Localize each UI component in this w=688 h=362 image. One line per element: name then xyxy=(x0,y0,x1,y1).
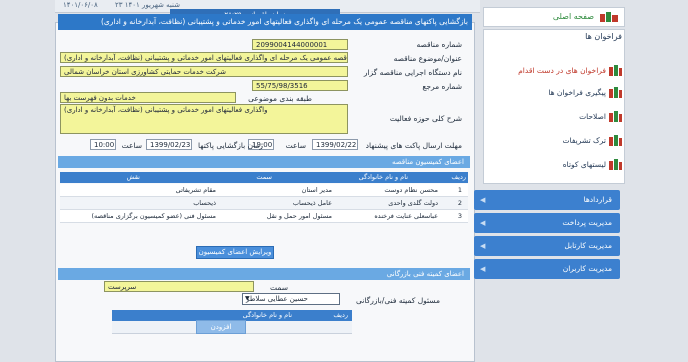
technical-person-select[interactable]: حسین عطایی سلاطر ▼ xyxy=(242,293,340,305)
committee-table-header: ردیف نام و نام خانوادگی سمت نقش xyxy=(60,172,468,183)
document-icon xyxy=(609,65,622,76)
sidebar-item-corrections[interactable]: اصلاحات xyxy=(484,108,624,126)
page-title: بازگشایی پاکتهای مناقصه عمومی یک مرحله ا… xyxy=(58,14,472,30)
menu-contracts[interactable]: ◀ قراردادها xyxy=(474,190,620,210)
opening-time-field[interactable]: 10:00 xyxy=(90,139,116,150)
col-role: نقش xyxy=(126,173,140,181)
sidebar-item-in-progress[interactable]: فراخوان های در دست اقدام xyxy=(484,62,624,80)
committee-table: ردیف نام و نام خانوادگی سمت نقش 1 محسن ن… xyxy=(60,172,468,236)
col-name: نام و نام خانوادگی xyxy=(358,173,408,181)
table-row[interactable]: 3 عباسعلی عنایت فرخنده مسئول امور حمل و … xyxy=(60,210,468,223)
executor-label: نام دستگاه اجرایی مناقصه گزار xyxy=(363,68,462,77)
home-icon xyxy=(600,11,620,25)
chevron-left-icon: ◀ xyxy=(480,242,486,250)
edit-committee-button[interactable]: ویرایش اعضای کمیسیون xyxy=(196,246,274,259)
tech-col-row: ردیف xyxy=(333,311,348,319)
position-field[interactable]: سرپرست xyxy=(104,281,254,292)
deadline-date-field[interactable]: 1399/02/22 xyxy=(312,139,358,150)
chevron-down-icon: ▼ xyxy=(245,295,250,302)
day-text: ۲۳ شنبه شهریور ۱۴۰۱ xyxy=(115,1,180,9)
chevron-left-icon: ◀ xyxy=(480,196,486,204)
deadline-label: مهلت ارسال پاکت های پیشنهاد xyxy=(365,141,462,150)
sidebar-item-follow-up[interactable]: پیگیری فراخوان ها xyxy=(484,84,624,102)
sidebar-item-short-lists[interactable]: لیستهای کوتاه xyxy=(484,156,624,174)
position-label: سمت xyxy=(270,283,288,292)
menu-payment[interactable]: ◀ مدیریت پرداخت xyxy=(474,213,620,233)
activity-textarea[interactable]: واگذاری فعالیتهای امور خدماتی و پشتیبانی… xyxy=(60,104,348,134)
tech-col-name: نام و نام خانوادگی xyxy=(242,311,292,319)
opening-label: زمان بازگشایی پاکتها xyxy=(198,141,264,150)
subject-field[interactable]: مناقصه عمومی یک مرحله ای واگذاری فعالیته… xyxy=(60,52,348,63)
deadline-time-label: ساعت xyxy=(285,141,306,150)
chevron-left-icon: ◀ xyxy=(480,265,486,273)
document-icon xyxy=(609,159,622,170)
subject-label: عنوان/موضوع مناقصه xyxy=(393,54,462,63)
home-label: صفحه اصلی xyxy=(552,12,594,21)
add-member-button[interactable]: افزودن xyxy=(196,320,246,334)
committee-section-title: اعضای کمیسیون مناقصه xyxy=(58,156,470,168)
home-link[interactable]: صفحه اصلی xyxy=(483,7,625,27)
document-icon xyxy=(609,111,622,122)
col-row: ردیف xyxy=(451,173,466,181)
chevron-left-icon: ◀ xyxy=(480,219,486,227)
reference-label: شماره مرجع xyxy=(422,82,462,91)
table-row[interactable]: 2 دولت گلدی واحدی عامل ذیحساب ذیحساب xyxy=(60,197,468,210)
activity-label: شرح کلی حوزه فعالیت xyxy=(389,114,462,123)
tender-number-label: شماره مناقصه xyxy=(416,40,462,49)
document-icon xyxy=(609,135,622,146)
executor-field[interactable]: شرکت خدمات حمایتی کشاورزی استان خراسان ش… xyxy=(60,66,348,77)
menu-cartable[interactable]: ◀ مدیریت کارتابل xyxy=(474,236,620,256)
menu-users[interactable]: ◀ مدیریت کاربران xyxy=(474,259,620,279)
document-icon xyxy=(609,87,622,98)
sidebar-item-formalities[interactable]: ترک تشریفات xyxy=(484,132,624,150)
tender-number-field[interactable]: 2099004144000001 xyxy=(252,39,348,50)
table-row[interactable]: 1 محسن نظام دوست مدیر استان مقام تشریفات… xyxy=(60,184,468,197)
opening-date-field[interactable]: 1399/02/23 xyxy=(146,139,192,150)
calls-title: فراخوان ها xyxy=(585,32,622,41)
col-post: سمت xyxy=(256,173,272,181)
classification-label: طبقه بندی موضوعی xyxy=(248,94,312,103)
date-text: ۱۴۰۱/۰۶/۰۸ xyxy=(63,1,98,9)
reference-field[interactable]: 55/75/98/3516 xyxy=(252,80,348,91)
classification-field[interactable]: خدمات بدون فهرست بها xyxy=(60,92,236,103)
technical-section-title: اعضای کمیته فنی بازرگانی xyxy=(58,268,470,280)
opening-time-label: ساعت xyxy=(121,141,142,150)
technical-person-label: مسئول کمیته فنی/بازرگانی xyxy=(356,296,440,305)
